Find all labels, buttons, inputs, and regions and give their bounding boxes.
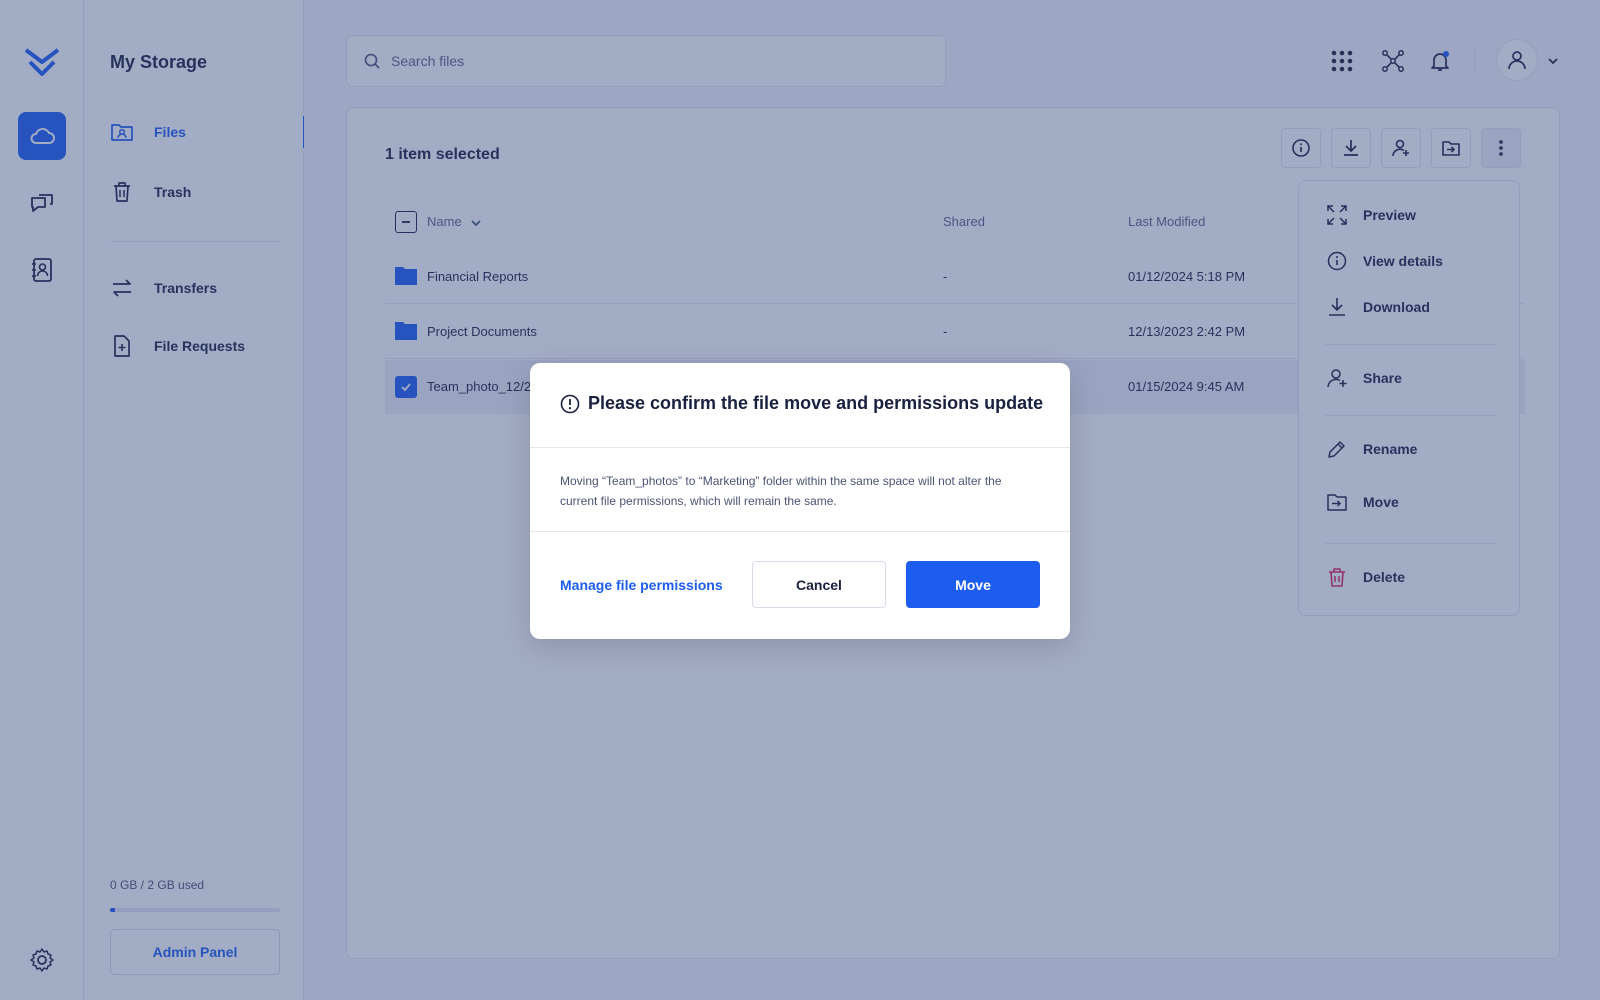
dialog-header: Please confirm the file move and permiss… [560,393,1043,414]
dialog-divider [530,531,1070,532]
manage-permissions-link[interactable]: Manage file permissions [560,577,723,593]
confirm-move-dialog: Please confirm the file move and permiss… [530,363,1070,639]
dialog-divider [530,447,1070,448]
dialog-message: Moving “Team_photos” to “Marketing” fold… [560,474,1002,508]
alert-circle-icon [560,394,580,413]
dialog-title: Please confirm the file move and permiss… [588,393,1044,413]
move-button[interactable]: Move [906,561,1040,608]
cancel-button[interactable]: Cancel [752,561,886,608]
